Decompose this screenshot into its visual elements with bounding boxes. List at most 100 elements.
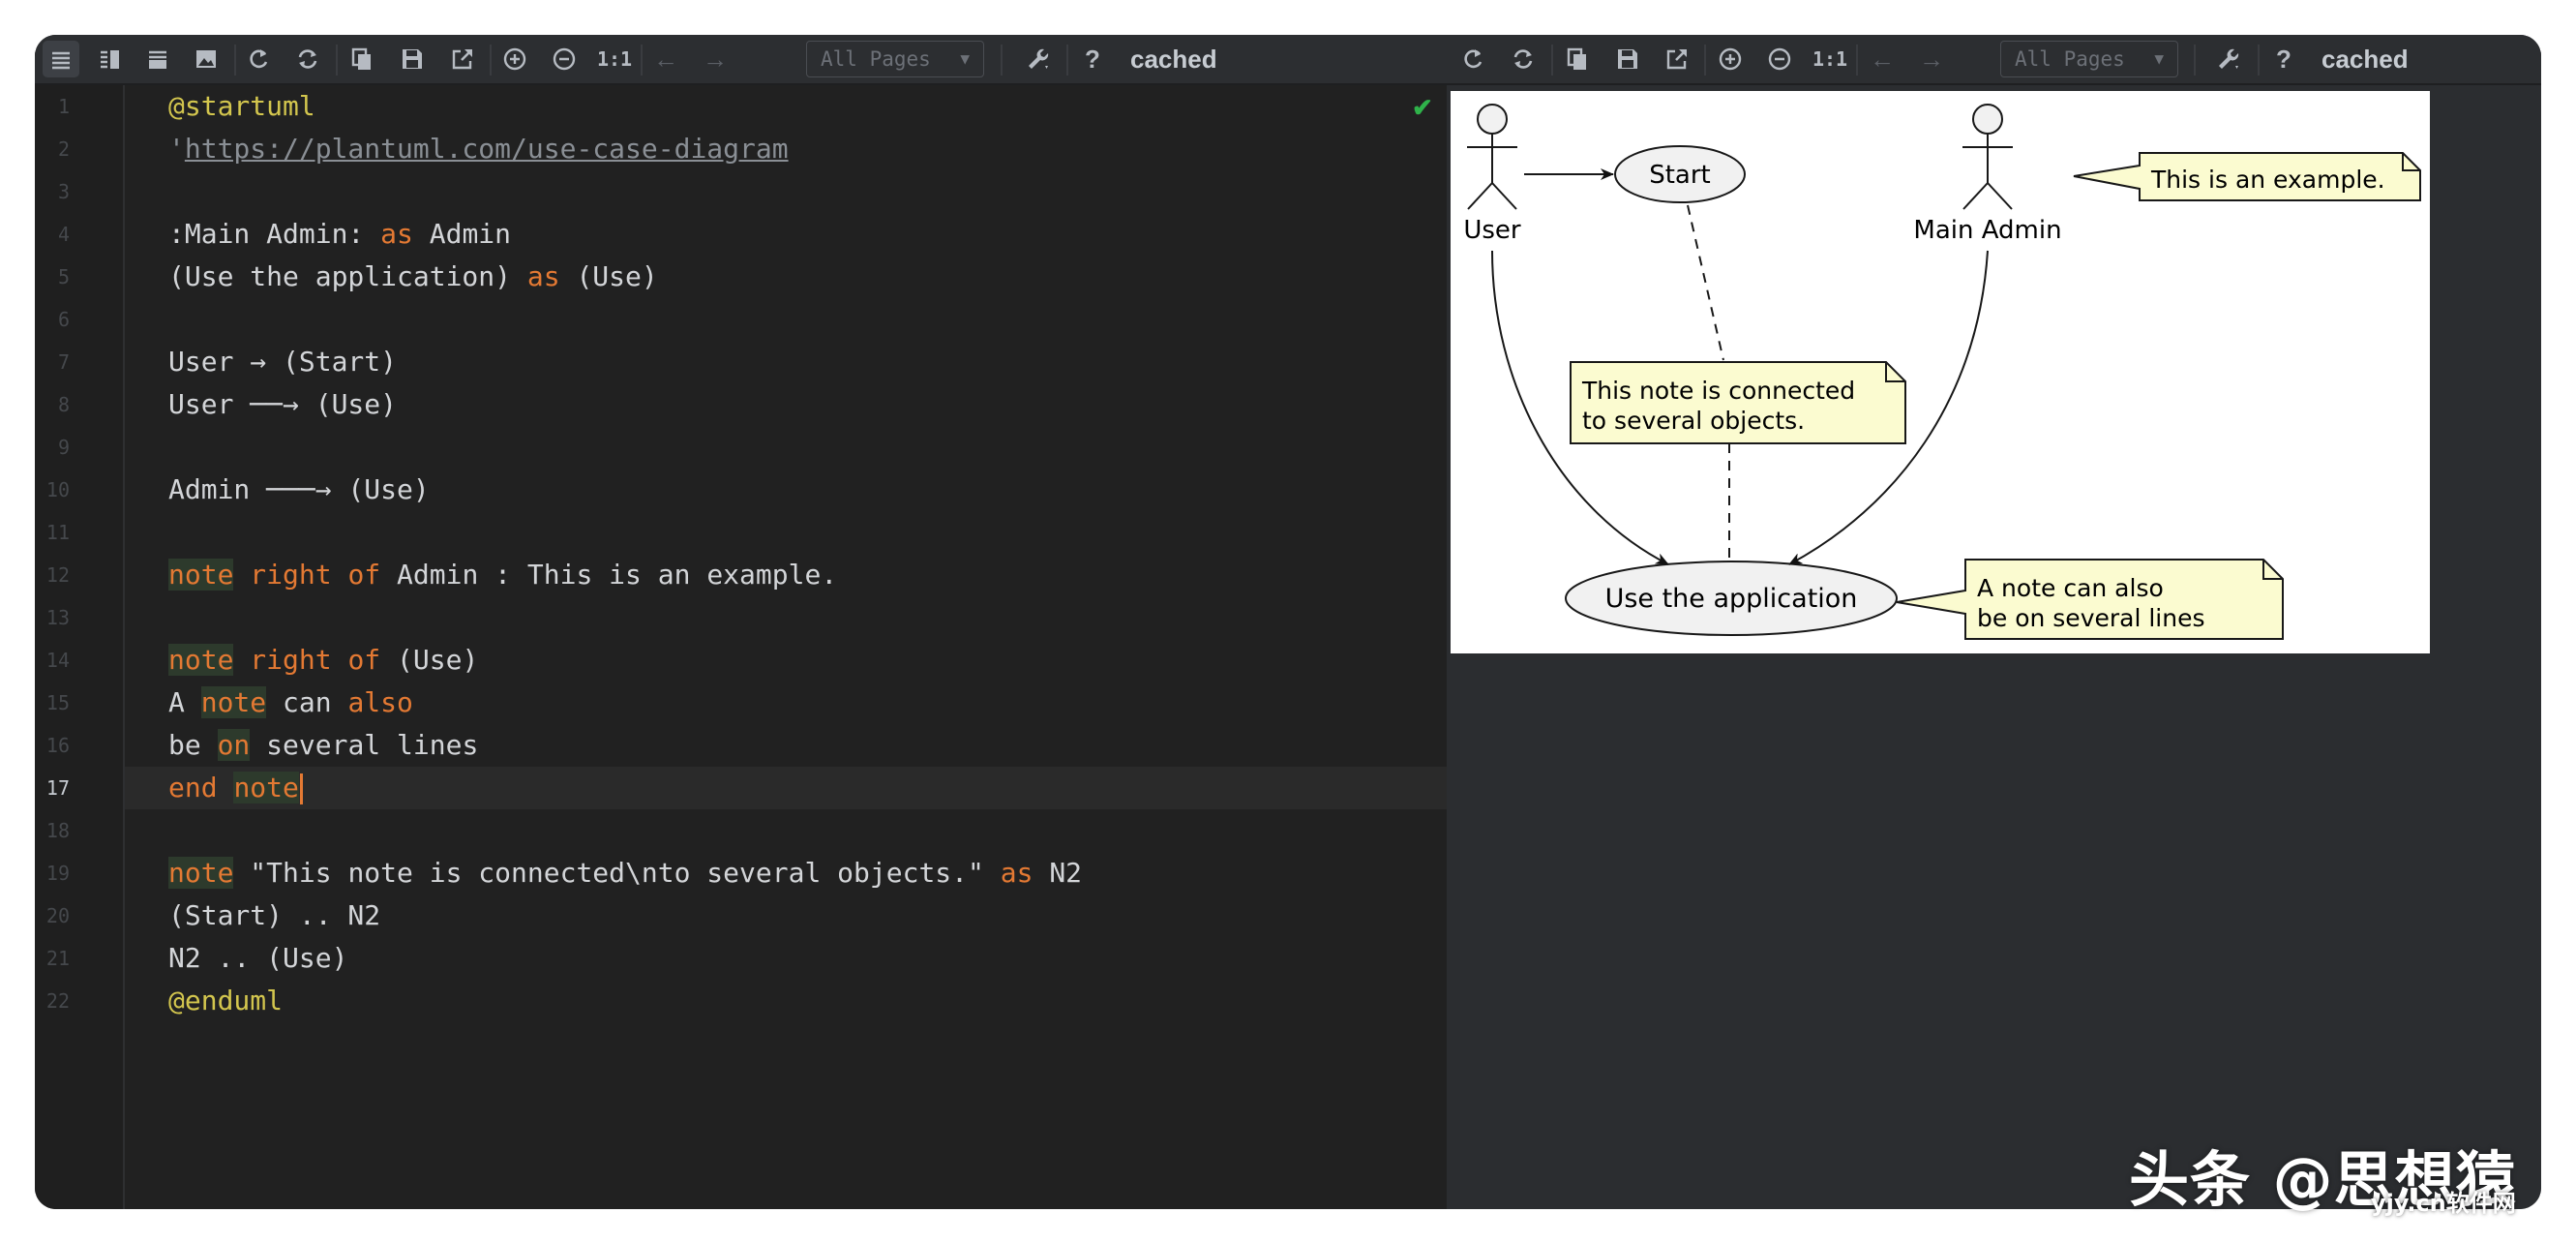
next-page-icon[interactable]: → [1913, 41, 1950, 77]
plus-circle-icon [1719, 47, 1742, 71]
line-number: 10 [45, 478, 70, 501]
line-number: 4 [57, 223, 70, 246]
prev-page-icon[interactable]: ← [647, 41, 684, 77]
code-line: Admin ───→ (Use) [168, 473, 430, 505]
settings-wrench-icon[interactable] [1020, 41, 1057, 77]
zoom-out-icon[interactable] [1761, 41, 1798, 77]
reload-icon [1464, 49, 1483, 69]
line-number: 7 [57, 350, 70, 374]
minus-circle-icon [553, 47, 576, 71]
refresh-icon[interactable] [1454, 41, 1491, 77]
code-line: @enduml [168, 985, 284, 1016]
copy-pages-icon [1567, 47, 1586, 70]
cache-status: cached [2321, 45, 2409, 74]
zoom-out-icon[interactable] [546, 41, 583, 77]
line-number: 11 [45, 521, 70, 544]
line-number: 3 [57, 180, 70, 203]
line-number: 17 [45, 776, 70, 800]
code-line: N2 .. (Use) [168, 942, 348, 974]
cache-status: cached [1130, 45, 1217, 74]
line-number: 20 [45, 904, 70, 927]
sync-arrows-icon [1513, 49, 1533, 69]
line-number: 19 [45, 862, 70, 885]
wrench-icon [2219, 48, 2239, 69]
copy-pages-icon [351, 47, 371, 70]
note-admin-text: This is an example. [2150, 166, 2385, 194]
line-number: 13 [45, 606, 70, 629]
preview-toolbar: 1:1 ← → All Pages ▼ ? cached [1447, 35, 2541, 85]
note-admin: This is an example. [2073, 152, 2421, 201]
layout-editor-only-icon[interactable] [43, 41, 79, 77]
code-line: User ──→ (Use) [168, 388, 398, 420]
sync-icon[interactable] [289, 41, 326, 77]
help-button[interactable]: ? [1074, 41, 1111, 77]
settings-wrench-icon[interactable] [2210, 41, 2247, 77]
line-number: 5 [57, 265, 70, 288]
diagram-preview: User Main Admin Start Use the applicatio… [1451, 91, 2430, 653]
plus-circle-icon [503, 47, 526, 71]
code-editor[interactable]: ✔ @startuml 'https://plantuml.com/use-ca… [125, 85, 1534, 1209]
chevron-down-icon: ▼ [960, 49, 970, 68]
line-number: 22 [45, 989, 70, 1013]
line-number: 12 [45, 563, 70, 587]
open-external-icon [1666, 49, 1687, 70]
layout-split-icon[interactable] [91, 41, 128, 77]
help-button[interactable]: ? [2265, 41, 2302, 77]
usecase-use-label: Use the application [1605, 584, 1858, 614]
zoom-reset-button[interactable]: 1:1 [596, 41, 633, 77]
save-icon[interactable] [394, 41, 431, 77]
pages-select-value: All Pages [821, 47, 931, 71]
note-use-line1: A note can also [1977, 574, 2164, 602]
usecase-start-label: Start [1649, 161, 1711, 190]
image-icon [196, 50, 216, 68]
code-line: note right of (Use) [168, 644, 479, 676]
zoom-in-icon[interactable] [1712, 41, 1749, 77]
line-number: 16 [45, 734, 70, 757]
copy-icon[interactable] [344, 41, 380, 77]
reload-icon [250, 49, 268, 69]
export-icon[interactable] [444, 41, 481, 77]
prev-page-icon[interactable]: ← [1864, 41, 1901, 77]
preview-pane: 1:1 ← → All Pages ▼ ? cached User Main A… [1447, 35, 2541, 1209]
usecase-start: Start [1614, 145, 1746, 203]
code-line: (Start) .. N2 [168, 899, 381, 931]
code-line: note right of Admin : This is an example… [168, 559, 838, 591]
comment-link[interactable]: https://plantuml.com/use-case-diagram [185, 133, 789, 165]
lines-icon [52, 51, 70, 70]
export-icon[interactable] [1659, 41, 1695, 77]
note-use-line2: be on several lines [1977, 604, 2205, 632]
code-line: (Use the application) as (Use) [168, 260, 658, 292]
copy-icon[interactable] [1559, 41, 1596, 77]
next-page-icon[interactable]: → [697, 41, 734, 77]
actor-main-admin: Main Admin [1913, 104, 2062, 245]
floppy-icon [1618, 49, 1637, 69]
pages-select-value: All Pages [2015, 47, 2125, 71]
zoom-reset-button[interactable]: 1:1 [1812, 41, 1848, 77]
stacked-view-icon [149, 50, 166, 69]
code-line-current: end note [125, 767, 1447, 809]
layout-preview-only-icon[interactable] [188, 41, 225, 77]
code-line: :Main Admin: as Admin [168, 218, 512, 250]
line-number: 14 [45, 649, 70, 672]
editor-toolbar: 1:1 ← → All Pages ▼ ? cached [35, 35, 1447, 85]
save-icon[interactable] [1609, 41, 1646, 77]
line-number: 6 [57, 308, 70, 331]
actor-admin-label: Main Admin [1913, 216, 2061, 245]
zoom-in-icon[interactable] [496, 41, 533, 77]
note-n2-line2: to several objects. [1582, 407, 1805, 435]
wrench-icon [1029, 48, 1049, 69]
pages-select[interactable]: All Pages ▼ [806, 41, 984, 77]
note-n2-line1: This note is connected [1581, 377, 1855, 405]
code-line: be on several lines [168, 729, 479, 761]
note-use: A note can also be on several lines [1896, 559, 2284, 640]
layout-stacked-icon[interactable] [139, 41, 176, 77]
line-number: 9 [57, 436, 70, 459]
code-line: @startuml [168, 90, 315, 122]
open-external-icon [452, 49, 472, 70]
line-number: 2 [57, 137, 70, 161]
refresh-icon[interactable] [240, 41, 277, 77]
pages-select[interactable]: All Pages ▼ [2000, 41, 2178, 77]
line-number: 15 [45, 691, 70, 714]
sync-icon[interactable] [1505, 41, 1542, 77]
watermark-small: yjy.cn软件网 [2371, 1190, 2516, 1217]
